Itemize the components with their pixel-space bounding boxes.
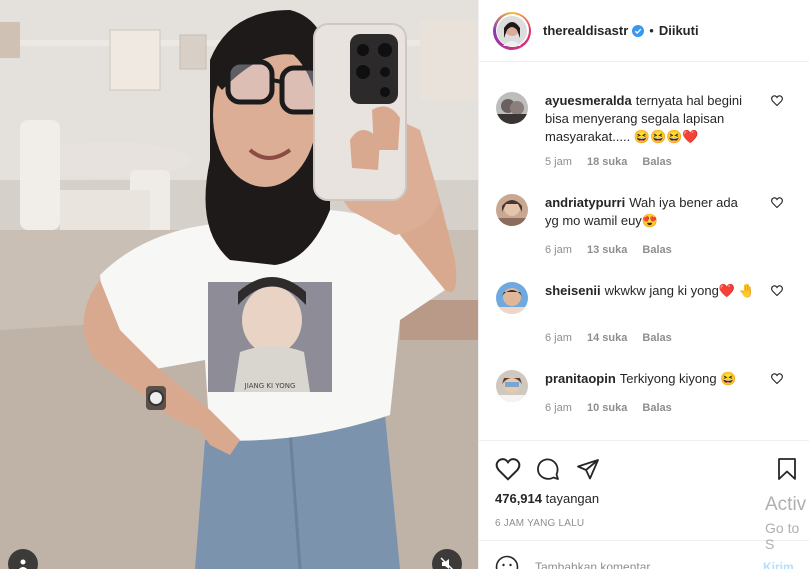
view-count-number: 476,914 <box>495 491 542 506</box>
post-actions: 476,914 tayangan 6 JAM YANG LALU <box>479 440 809 540</box>
comment-time[interactable]: 6 jam <box>545 332 572 344</box>
post-photo: JIANG KI YONG <box>0 0 478 569</box>
comment-input[interactable]: Tambahkan komentar... <box>535 560 660 569</box>
comment-likes[interactable]: 13 suka <box>587 244 627 256</box>
comment-text: wkwkw jang ki yong❤️ 🤚 <box>604 283 755 298</box>
commenter-username[interactable]: pranitaopin <box>545 371 616 386</box>
sound-off-icon <box>440 557 454 569</box>
comment-likes[interactable]: 14 suka <box>587 332 627 344</box>
post-header: therealdisastr • Diikuti <box>479 0 809 62</box>
avatar-image <box>497 15 527 46</box>
heart-icon[interactable] <box>771 95 783 106</box>
commenter-username[interactable]: ayuesmeralda <box>545 93 632 108</box>
commenter-avatar[interactable] <box>496 282 528 314</box>
verified-badge-icon <box>632 24 645 37</box>
comment-time[interactable]: 6 jam <box>545 244 572 256</box>
comment-likes[interactable]: 10 suka <box>587 402 627 414</box>
commenter-avatar[interactable] <box>496 370 528 402</box>
share-icon[interactable] <box>575 457 601 481</box>
view-count[interactable]: 476,914 tayangan <box>495 491 599 506</box>
post-time[interactable]: 6 JAM YANG LALU <box>495 518 584 529</box>
reply-button[interactable]: Balas <box>642 332 671 344</box>
author-username[interactable]: therealdisastr <box>543 23 628 38</box>
windows-activation-subtext: Go to S <box>765 520 800 552</box>
comments-list[interactable]: ayuesmeralda ternyata hal begini bisa men… <box>479 62 809 440</box>
heart-icon[interactable] <box>771 197 783 208</box>
commenter-username[interactable]: sheisenii <box>545 283 601 298</box>
comment-icon[interactable] <box>535 457 561 481</box>
comment-text: Terkiyong kiyong 😆 <box>619 371 737 386</box>
commenter-username[interactable]: andriatypurri <box>545 195 625 210</box>
windows-activation-watermark: Activ <box>765 494 807 515</box>
reply-button[interactable]: Balas <box>642 156 671 168</box>
post-side-panel: therealdisastr • Diikuti ayuesmeralda ter… <box>478 0 809 569</box>
heart-icon[interactable] <box>771 285 783 296</box>
commenter-avatar[interactable] <box>496 92 528 124</box>
shirt-print-text: JIANG KI YONG <box>244 382 296 390</box>
heart-icon[interactable] <box>771 373 783 384</box>
heart-icon[interactable] <box>495 457 521 481</box>
separator-dot: • <box>649 23 654 38</box>
reply-button[interactable]: Balas <box>642 402 671 414</box>
smile-icon[interactable] <box>495 555 519 569</box>
add-comment-bar: Tambahkan komentar... Kirim <box>479 540 809 569</box>
user-icon <box>18 559 28 569</box>
reply-button[interactable]: Balas <box>642 244 671 256</box>
bookmark-icon[interactable] <box>776 457 798 481</box>
comment-time[interactable]: 6 jam <box>545 402 572 414</box>
view-count-label: tayangan <box>545 491 600 506</box>
comment-time[interactable]: 5 jam <box>545 156 572 168</box>
post-media[interactable]: JIANG KI YONG <box>0 0 478 569</box>
commenter-avatar[interactable] <box>496 194 528 226</box>
comment-likes[interactable]: 18 suka <box>587 156 627 168</box>
follow-status-button[interactable]: Diikuti <box>659 23 699 38</box>
author-avatar[interactable] <box>493 11 531 50</box>
post-comment-button[interactable]: Kirim <box>763 560 794 569</box>
